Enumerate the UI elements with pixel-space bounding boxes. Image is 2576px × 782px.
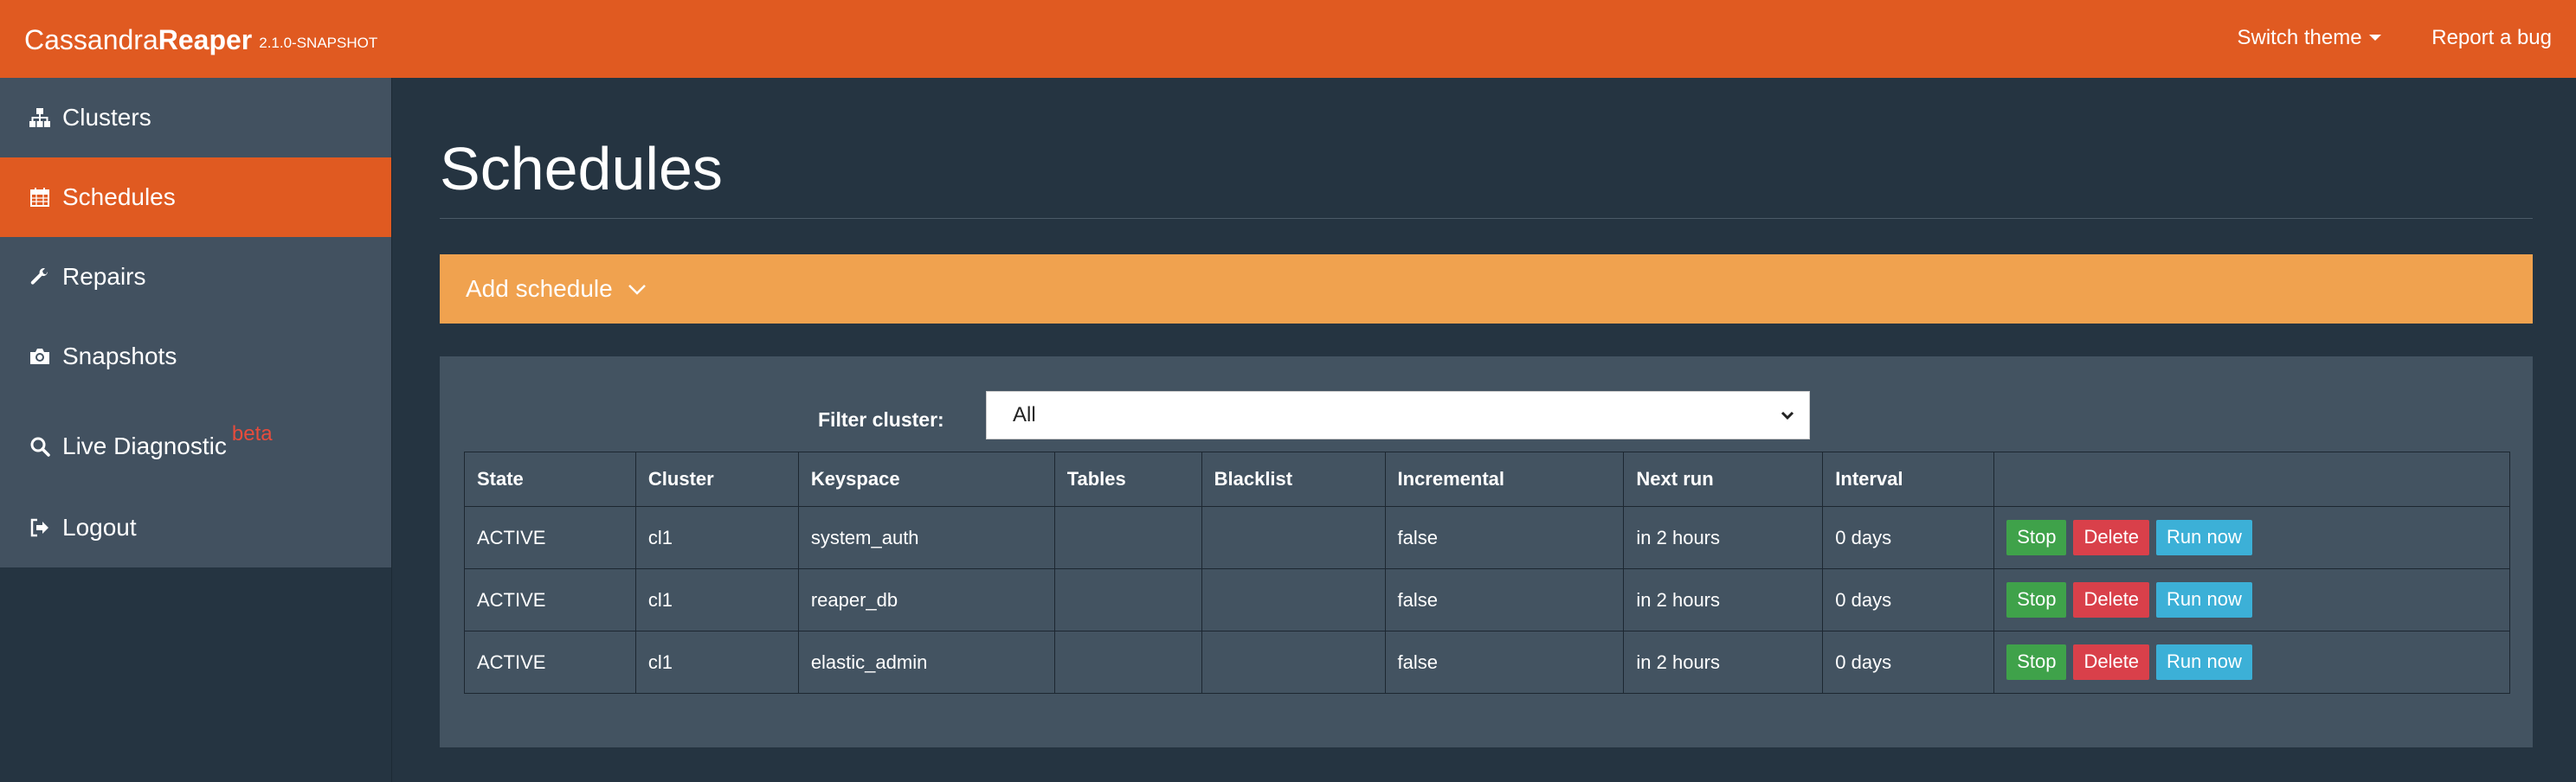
camera-icon xyxy=(28,344,52,369)
column-header-incremental: Incremental xyxy=(1384,452,1625,507)
beta-badge: beta xyxy=(231,422,273,445)
chevron-down-icon xyxy=(1778,406,1797,431)
sidebar-menu: Clusters Schedules Repairs Snapshots Liv… xyxy=(0,78,391,567)
cell-cluster: cl1 xyxy=(634,631,799,694)
cell-state: ACTIVE xyxy=(464,506,636,569)
schedules-table: State Cluster Keyspace Tables Blacklist … xyxy=(464,452,2510,694)
column-header-tables: Tables xyxy=(1053,452,1202,507)
column-header-cluster: Cluster xyxy=(634,452,799,507)
cell-next-run: in 2 hours xyxy=(1623,568,1824,631)
cell-blacklist xyxy=(1201,506,1386,569)
cell-keyspace: reaper_db xyxy=(797,568,1055,631)
add-schedule-label: Add schedule xyxy=(466,275,613,302)
version-label: 2.1.0-SNAPSHOT xyxy=(259,35,378,51)
filter-cluster-label: Filter cluster: xyxy=(818,408,944,431)
sidebar-item-repairs[interactable]: Repairs xyxy=(0,237,391,317)
sidebar-item-schedules[interactable]: Schedules xyxy=(0,157,391,237)
cell-interval: 0 days xyxy=(1822,568,1995,631)
column-header-state: State xyxy=(464,452,636,507)
cell-interval: 0 days xyxy=(1822,506,1995,569)
sidebar-item-live-diagnostic[interactable]: Live Diagnostic beta xyxy=(0,396,391,488)
cell-next-run: in 2 hours xyxy=(1623,631,1824,694)
sidebar-item-clusters[interactable]: Clusters xyxy=(0,78,391,157)
search-icon xyxy=(28,434,52,458)
run-now-button[interactable]: Run now xyxy=(2156,644,2252,680)
cell-incremental: false xyxy=(1384,506,1625,569)
caret-down-icon xyxy=(2368,35,2381,41)
sidebar-item-label: Logout xyxy=(62,514,137,541)
cell-actions: Stop Delete Run now xyxy=(1993,506,2510,569)
cell-incremental: false xyxy=(1384,568,1625,631)
sidebar-item-label: Repairs xyxy=(62,263,146,290)
column-header-keyspace: Keyspace xyxy=(797,452,1055,507)
filter-cluster-select[interactable]: All xyxy=(986,391,1810,439)
cell-tables xyxy=(1053,631,1202,694)
cell-cluster: cl1 xyxy=(634,568,799,631)
add-schedule-panel-toggle[interactable]: Add schedule xyxy=(440,254,2533,324)
cell-state: ACTIVE xyxy=(464,631,636,694)
table-row: ACTIVE cl1 reaper_db false in 2 hours 0 … xyxy=(464,568,2510,631)
sidebar-item-label: Snapshots xyxy=(62,343,177,369)
cell-actions: Stop Delete Run now xyxy=(1993,631,2510,694)
cell-tables xyxy=(1053,506,1202,569)
delete-button[interactable]: Delete xyxy=(2073,644,2150,680)
column-header-blacklist: Blacklist xyxy=(1201,452,1386,507)
navbar-right: Switch theme Report a bug xyxy=(2193,26,2553,50)
wrench-icon xyxy=(28,265,52,289)
column-header-next-run: Next run xyxy=(1623,452,1824,507)
logout-icon xyxy=(28,516,52,540)
brand-name-light: Cassandra xyxy=(24,24,158,55)
table-header-row: State Cluster Keyspace Tables Blacklist … xyxy=(464,452,2510,507)
sidebar-item-label: Clusters xyxy=(62,104,151,131)
brand-logo[interactable]: CassandraReaper 2.1.0-SNAPSHOT xyxy=(24,24,377,56)
cell-actions: Stop Delete Run now xyxy=(1993,568,2510,631)
stop-button[interactable]: Stop xyxy=(2006,582,2067,618)
cell-incremental: false xyxy=(1384,631,1625,694)
report-bug-link[interactable]: Report a bug xyxy=(2431,26,2552,49)
title-divider xyxy=(440,218,2533,219)
top-navbar: CassandraReaper 2.1.0-SNAPSHOT Switch the… xyxy=(0,0,2576,78)
cell-keyspace: system_auth xyxy=(797,506,1055,569)
cell-blacklist xyxy=(1201,568,1386,631)
cell-cluster: cl1 xyxy=(634,506,799,569)
cell-state: ACTIVE xyxy=(464,568,636,631)
cell-next-run: in 2 hours xyxy=(1623,506,1824,569)
brand-name-bold: Reaper xyxy=(158,24,253,55)
switch-theme-dropdown[interactable]: Switch theme xyxy=(2238,26,2381,49)
table-row: ACTIVE cl1 elastic_admin false in 2 hour… xyxy=(464,631,2510,694)
delete-button[interactable]: Delete xyxy=(2073,582,2150,618)
chevron-down-icon xyxy=(627,282,647,296)
sidebar-item-label: Schedules xyxy=(62,183,176,210)
sidebar: Clusters Schedules Repairs Snapshots Liv… xyxy=(0,78,392,782)
sidebar-item-logout[interactable]: Logout xyxy=(0,488,391,567)
switch-theme-label: Switch theme xyxy=(2237,26,2362,49)
column-header-interval: Interval xyxy=(1822,452,1995,507)
sidebar-item-snapshots[interactable]: Snapshots xyxy=(0,317,391,396)
page-title: Schedules xyxy=(440,135,723,202)
stop-button[interactable]: Stop xyxy=(2006,644,2067,680)
cell-keyspace: elastic_admin xyxy=(797,631,1055,694)
table-row: ACTIVE cl1 system_auth false in 2 hours … xyxy=(464,506,2510,569)
cell-blacklist xyxy=(1201,631,1386,694)
schedules-panel: Filter cluster: All State Cluster Keyspa… xyxy=(440,356,2533,747)
sitemap-icon xyxy=(28,106,52,130)
filter-cluster-value: All xyxy=(1013,403,1036,426)
delete-button[interactable]: Delete xyxy=(2073,520,2150,555)
cell-interval: 0 days xyxy=(1822,631,1995,694)
run-now-button[interactable]: Run now xyxy=(2156,520,2252,555)
calendar-icon xyxy=(28,185,52,209)
run-now-button[interactable]: Run now xyxy=(2156,582,2252,618)
sidebar-item-label: Live Diagnostic xyxy=(62,433,227,459)
column-header-actions xyxy=(1993,452,2510,507)
stop-button[interactable]: Stop xyxy=(2006,520,2067,555)
cell-tables xyxy=(1053,568,1202,631)
